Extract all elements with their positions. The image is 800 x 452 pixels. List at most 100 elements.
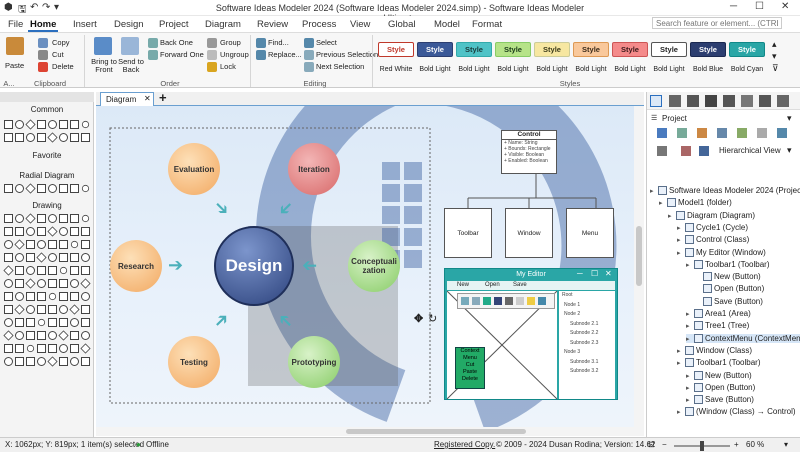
bring-to-front-icon[interactable]	[94, 37, 112, 55]
toolbox-shape-icon[interactable]	[70, 279, 79, 288]
toolbox-shape-icon[interactable]	[80, 343, 91, 354]
project-tool-icon[interactable]	[757, 128, 767, 138]
tree-expander-icon[interactable]: ▸	[677, 236, 685, 244]
close-icon[interactable]: ✕	[781, 1, 789, 12]
my-editor-window[interactable]: My Editor ─ ☐ ✕ New Open Save Context Me…	[444, 268, 618, 400]
toolbox-shape-icon[interactable]	[37, 133, 46, 142]
dropdown-icon[interactable]: ▾	[54, 2, 59, 13]
toolbox-shape-icon[interactable]	[4, 279, 13, 288]
toolbox-shape-icon[interactable]	[69, 239, 80, 250]
toolbox-shape-icon[interactable]	[70, 133, 79, 142]
panel-icon[interactable]	[669, 95, 681, 107]
next-selection-button[interactable]: Next Selection	[316, 62, 364, 71]
style-swatch[interactable]: Style	[378, 42, 414, 57]
node-prototyping[interactable]: Prototyping	[288, 336, 340, 388]
project-tool-icon[interactable]	[777, 128, 787, 138]
toolbox-shape-icon[interactable]	[48, 240, 57, 249]
toolbox-shape-icon[interactable]	[26, 240, 35, 249]
tab-diagram[interactable]: Diagram ✕	[100, 92, 154, 106]
view-dropdown-icon[interactable]: ▾	[787, 145, 792, 156]
toolbox-shape-icon[interactable]	[26, 331, 35, 340]
paste-button[interactable]: Paste	[5, 61, 24, 70]
node-iteration[interactable]: Iteration	[288, 143, 340, 195]
toolbox-shape-icon[interactable]	[47, 291, 58, 302]
gear-icon[interactable]	[741, 95, 753, 107]
lock-button[interactable]: Lock	[220, 62, 236, 71]
toolbox-shape-icon[interactable]	[48, 120, 57, 129]
toolbox-shape-icon[interactable]	[4, 133, 13, 142]
project-tree-item[interactable]: ▸ Model1 (folder)	[659, 198, 732, 208]
delete-icon[interactable]	[38, 62, 48, 72]
toolbox-shape-icon[interactable]	[81, 305, 90, 314]
style-swatch[interactable]: Style	[729, 42, 765, 57]
toolbox-shape-icon[interactable]	[47, 132, 58, 143]
send-to-back-button[interactable]: Send to Back	[118, 58, 144, 74]
toolbox-shape-icon[interactable]	[3, 330, 14, 341]
toolbox-shape-icon[interactable]	[4, 292, 13, 301]
toolbox-shape-icon[interactable]	[59, 133, 68, 142]
tree-expander-icon[interactable]: ▸	[677, 408, 685, 416]
project-tool-icon[interactable]	[699, 146, 709, 156]
project-tool-icon[interactable]	[717, 128, 727, 138]
zoom-dropdown-icon[interactable]: ▾	[784, 440, 788, 449]
toolbox-shape-icon[interactable]	[26, 305, 35, 314]
toolbox-shape-icon[interactable]	[15, 227, 24, 236]
toolbox-shape-icon[interactable]	[26, 357, 35, 366]
toolbox-shape-icon[interactable]	[47, 226, 58, 237]
style-swatch[interactable]: Style	[651, 42, 687, 57]
zoom-slider-thumb[interactable]	[700, 441, 704, 451]
previous-selection-icon[interactable]	[304, 50, 314, 60]
toolbox-shape-icon[interactable]	[37, 305, 46, 314]
toolbox-shape-icon[interactable]	[15, 133, 24, 142]
project-tool-icon[interactable]	[697, 128, 707, 138]
tree-expander-icon[interactable]: ▸	[677, 249, 685, 257]
class-window[interactable]: Window	[505, 208, 553, 258]
lock-icon[interactable]	[207, 62, 217, 72]
toolbox-shape-icon[interactable]	[25, 183, 36, 194]
rotate-handle-icon[interactable]: ↻	[428, 312, 437, 325]
project-tree-item[interactable]: ▸ Cycle1 (Cycle)	[677, 222, 748, 232]
fit-icon[interactable]: ⊡	[648, 440, 655, 449]
toolbox-shape-icon[interactable]	[48, 344, 57, 353]
select-button[interactable]: Select	[316, 38, 337, 47]
menu-view[interactable]: View	[350, 19, 370, 30]
toolbox-shape-icon[interactable]	[37, 357, 46, 366]
copy-button[interactable]: Copy	[52, 38, 70, 47]
tree-expander-icon[interactable]: ▸	[686, 335, 694, 343]
toolbox-shape-icon[interactable]	[26, 227, 35, 236]
project-tree-item[interactable]: ▸ Save (Button)	[686, 395, 754, 405]
style-swatch[interactable]: Style	[573, 42, 609, 57]
toolbox-shape-icon[interactable]	[69, 304, 80, 315]
toolbox-shape-icon[interactable]	[25, 213, 36, 224]
toolbox-shape-icon[interactable]	[36, 252, 47, 263]
previous-selection-button[interactable]: Previous Selection	[316, 50, 378, 59]
toolbox-shape-icon[interactable]	[59, 292, 68, 301]
panel-icon[interactable]	[687, 95, 699, 107]
toolbox-shape-icon[interactable]	[15, 357, 24, 366]
toolbox-shape-icon[interactable]	[25, 119, 36, 130]
project-tree-item[interactable]: ▸ Tree1 (Tree)	[686, 321, 749, 331]
toolbox-shape-icon[interactable]	[70, 331, 79, 340]
ungroup-button[interactable]: Ungroup	[220, 50, 249, 59]
toolbox-shape-icon[interactable]	[59, 305, 68, 314]
zoom-level[interactable]: 60 %	[746, 440, 764, 449]
toolbox-shape-icon[interactable]	[59, 227, 68, 236]
tree-expander-icon[interactable]: ▸	[659, 199, 667, 207]
toolbox-shape-icon[interactable]	[3, 265, 14, 276]
menu-insert[interactable]: Insert	[73, 19, 97, 30]
diagram-canvas[interactable]: Evaluation Iteration Research Conceptual…	[96, 106, 634, 427]
project-tree-item[interactable]: ▸ Diagram (Diagram)	[668, 210, 755, 220]
toolbox-shape-icon[interactable]	[48, 279, 57, 288]
toolbox-search[interactable]	[0, 92, 94, 102]
toolbox-shape-icon[interactable]	[4, 344, 13, 353]
toolbox-shape-icon[interactable]	[14, 304, 25, 315]
style-swatch[interactable]: Style	[612, 42, 648, 57]
toolbox-shape-icon[interactable]	[80, 278, 91, 289]
toolbox-shape-icon[interactable]	[48, 184, 57, 193]
project-tree-item[interactable]: New (Button)	[695, 272, 761, 282]
replace-icon[interactable]	[256, 50, 266, 60]
toolbox-shape-icon[interactable]	[4, 214, 13, 223]
vertical-scrollbar[interactable]	[634, 106, 644, 427]
toolbox-shape-icon[interactable]	[15, 253, 24, 262]
toolbox-shape-icon[interactable]	[37, 184, 46, 193]
